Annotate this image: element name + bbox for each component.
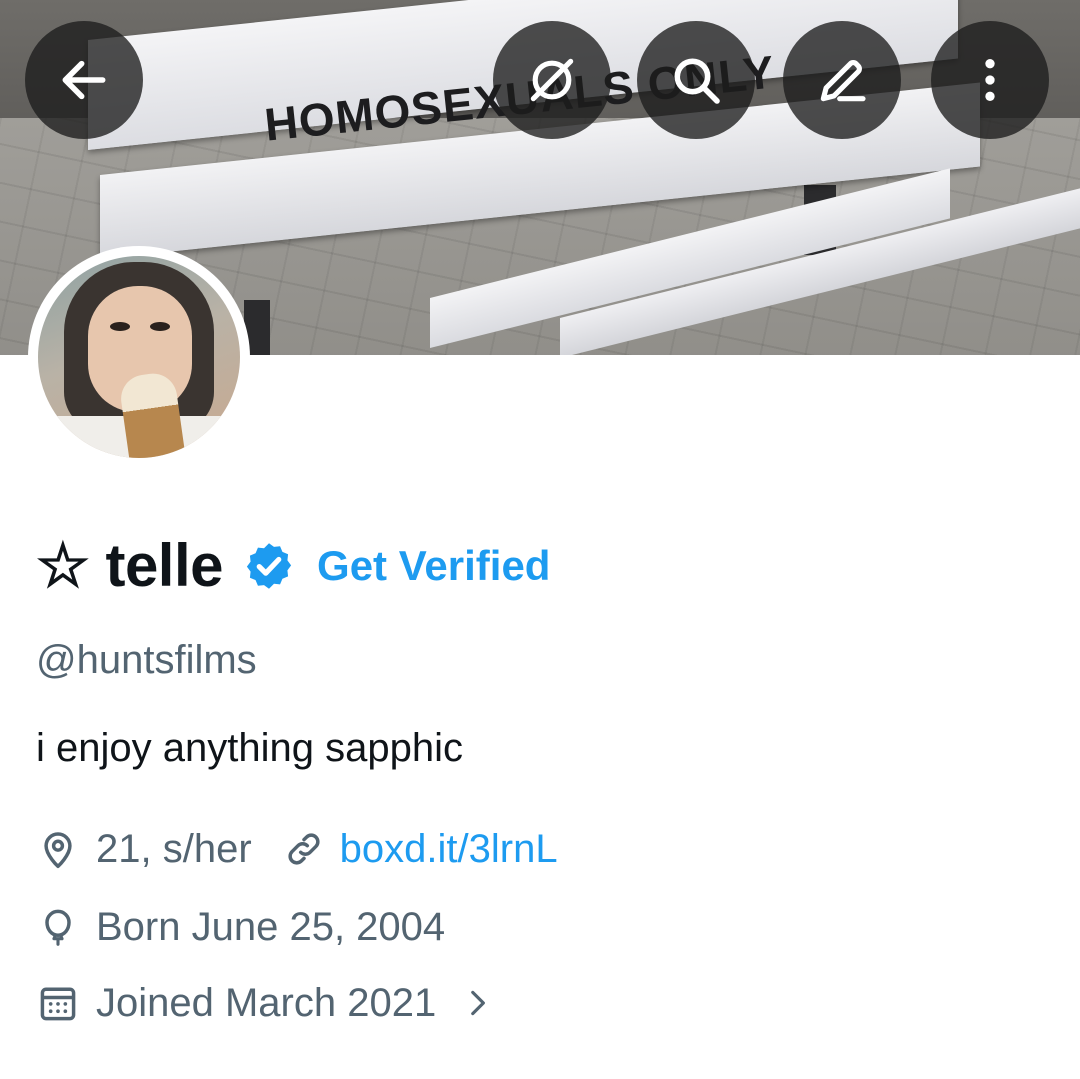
- profile-avatar[interactable]: [28, 246, 250, 468]
- verified-badge-icon[interactable]: [243, 540, 295, 592]
- grok-icon: [530, 58, 574, 102]
- profile-birthday-row: Born June 25, 2004: [36, 899, 445, 955]
- profile-handle: @huntsfilms: [36, 638, 257, 682]
- more-vertical-icon: [985, 59, 995, 101]
- avatar-eye: [110, 322, 130, 331]
- profile-joined: Joined March 2021: [96, 980, 437, 1025]
- balloon-icon: [45, 909, 71, 946]
- avatar-eye: [150, 322, 170, 331]
- back-button[interactable]: [25, 21, 143, 139]
- profile-location-row: 21, s/her boxd.it/3lrnL: [36, 821, 558, 877]
- profile-website-link[interactable]: boxd.it/3lrnL: [340, 827, 558, 872]
- profile-bio: i enjoy anything sapphic: [36, 726, 463, 770]
- back-arrow-icon: [62, 60, 106, 100]
- location-pin-icon: [44, 832, 72, 869]
- edit-button[interactable]: [783, 21, 901, 139]
- get-verified-link[interactable]: Get Verified: [317, 542, 550, 590]
- display-name: ☆ telle: [36, 532, 224, 599]
- profile-name-row: ☆ telle Get Verified: [36, 526, 550, 606]
- profile-birthday: Born June 25, 2004: [96, 904, 446, 949]
- search-button[interactable]: [637, 21, 755, 139]
- profile-joined-row[interactable]: Joined March 2021: [36, 975, 494, 1031]
- edit-icon: [820, 60, 866, 102]
- calendar-icon: [40, 987, 76, 1021]
- link-icon: [288, 833, 320, 865]
- grok-button[interactable]: [493, 21, 611, 139]
- avatar-photo: [38, 256, 240, 458]
- profile-location: 21, s/her: [96, 826, 252, 871]
- chevron-right-icon: [471, 990, 486, 1016]
- search-icon: [674, 58, 720, 104]
- more-options-button[interactable]: [931, 21, 1049, 139]
